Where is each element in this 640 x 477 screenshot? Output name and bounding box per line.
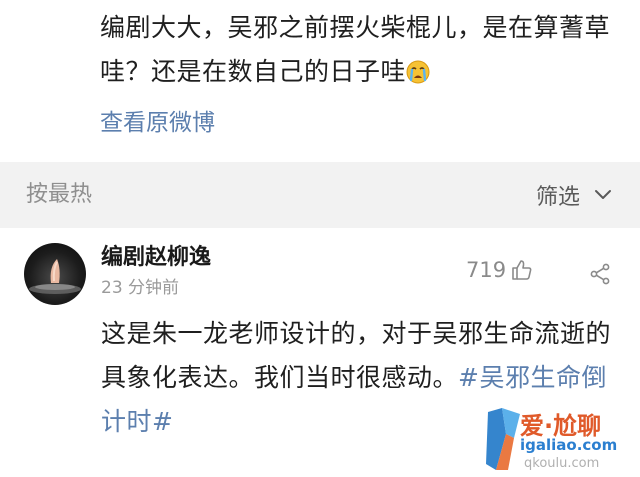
like-count: 719: [466, 258, 507, 282]
like-button[interactable]: 719: [466, 258, 534, 282]
post-text-block: 编剧大大，吴邪之前摆火柴棍儿，是在算蓍草哇？还是在数自己的日子哇: [100, 6, 620, 94]
original-post: 编剧大大，吴邪之前摆火柴棍儿，是在算蓍草哇？还是在数自己的日子哇 查看原微博: [0, 0, 640, 162]
share-button[interactable]: [588, 262, 612, 290]
comment-time: 23 分钟前: [101, 278, 180, 298]
sort-hot-tab[interactable]: 按最热: [26, 178, 92, 212]
watermark: 爱·尬聊 igaliao.com qkoulu.com: [484, 404, 640, 477]
watermark-subtext: qkoulu.com: [524, 456, 600, 471]
chevron-down-icon: [595, 190, 611, 199]
post-text: 编剧大大，吴邪之前摆火柴棍儿，是在算蓍草哇？还是在数自己的日子哇: [100, 13, 611, 86]
watermark-logo: [486, 408, 520, 470]
crying-face-icon: [406, 54, 430, 84]
filter-label: 筛选: [535, 185, 580, 210]
comment-author[interactable]: 编剧赵柳逸: [101, 242, 211, 274]
avatar[interactable]: [24, 243, 86, 305]
share-icon: [590, 263, 610, 285]
sort-filter-bar: 按最热 筛选: [0, 162, 640, 228]
filter-button[interactable]: 筛选: [536, 178, 612, 212]
thumbs-up-icon: [512, 260, 532, 280]
view-original-link[interactable]: 查看原微博: [100, 106, 215, 140]
watermark-url: igaliao.com: [520, 436, 618, 454]
